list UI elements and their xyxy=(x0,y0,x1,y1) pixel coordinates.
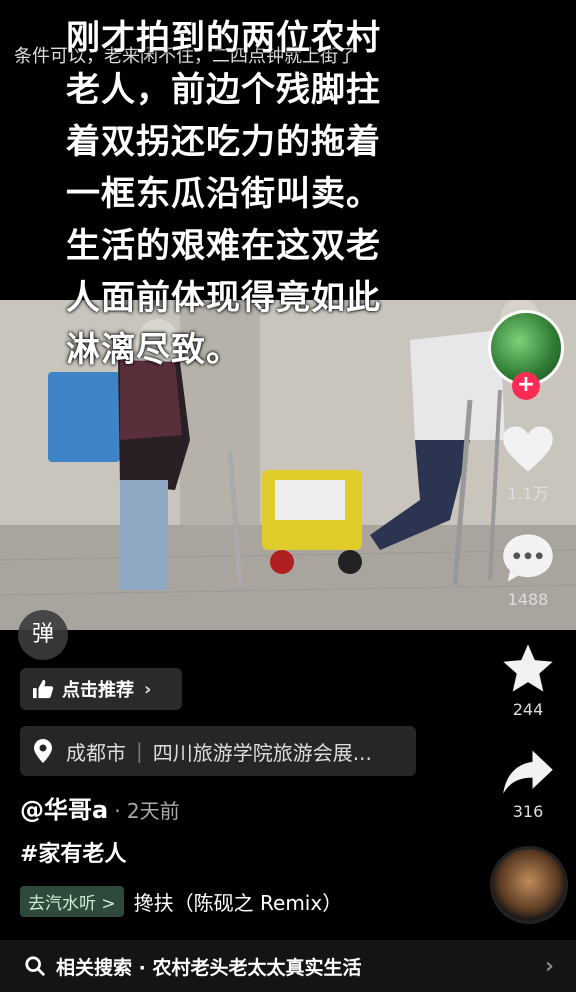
recommend-button[interactable]: 点击推荐 › xyxy=(20,668,182,710)
location-separator: | xyxy=(136,739,143,763)
comment-button[interactable]: 1488 xyxy=(496,532,560,609)
related-search-bar[interactable]: 相关搜索 · 农村老头老太太真实生活 › xyxy=(0,940,576,992)
caption-line: 淋漓尽致。 xyxy=(66,330,241,370)
caption-line: 刚才拍到的两位农村 xyxy=(66,18,381,58)
author-name[interactable]: @华哥a xyxy=(20,796,108,824)
star-icon xyxy=(503,644,553,692)
location-place: 四川旅游学院旅游会展... xyxy=(152,740,372,765)
search-icon xyxy=(25,956,46,977)
favorite-count: 244 xyxy=(512,700,544,719)
thumbs-up-icon xyxy=(33,679,54,699)
music-title: 搀扶（陈砚之 Remix） xyxy=(133,891,343,915)
location-pin-icon xyxy=(34,739,52,763)
caption-line: 人面前体现得竟如此 xyxy=(66,278,381,318)
caption-line: 生活的艰难在这双老 xyxy=(66,226,381,266)
caption-line: 一框东瓜沿街叫卖。 xyxy=(66,174,381,214)
chevron-right-icon: › xyxy=(144,678,152,700)
caption-line: 着双拐还吃力的拖着 xyxy=(66,122,381,162)
location-bar[interactable]: 成都市 | 四川旅游学院旅游会展... xyxy=(20,726,416,776)
like-count: 1.1万 xyxy=(507,484,549,503)
related-search-label: 相关搜索 · 农村老头老太太真实生活 xyxy=(56,956,362,979)
caption-line: 老人，前边个残脚拄 xyxy=(66,70,381,110)
recommend-label: 点击推荐 xyxy=(62,680,134,701)
chevron-right-icon: › xyxy=(544,953,554,979)
video-caption-overlay: 刚才拍到的两位农村 老人，前边个残脚拄 着双拐还吃力的拖着 一框东瓜沿街叫卖。 … xyxy=(66,12,406,376)
danmu-toggle-button[interactable]: 弹 xyxy=(18,610,68,660)
author-line: @华哥a · 2天前 xyxy=(20,790,180,825)
author-avatar-block[interactable]: + xyxy=(488,310,564,400)
comment-icon xyxy=(503,534,553,582)
listen-in-app-tag[interactable]: 去汽水听 > xyxy=(20,886,124,917)
share-button[interactable]: 316 xyxy=(496,748,560,821)
comment-count: 1488 xyxy=(507,590,549,609)
post-time: · 2天前 xyxy=(114,799,180,823)
hashtag-link[interactable]: #家有老人 xyxy=(20,836,126,868)
share-arrow-icon xyxy=(503,750,553,794)
heart-icon xyxy=(503,426,553,472)
music-disc-icon[interactable] xyxy=(490,846,568,924)
favorite-button[interactable]: 244 xyxy=(496,642,560,719)
music-row[interactable]: 去汽水听 > 搀扶（陈砚之 Remix） xyxy=(20,886,342,917)
share-count: 316 xyxy=(512,802,544,821)
follow-button[interactable]: + xyxy=(512,372,540,400)
location-city: 成都市 xyxy=(66,740,126,765)
like-button[interactable]: 1.1万 xyxy=(496,424,560,504)
